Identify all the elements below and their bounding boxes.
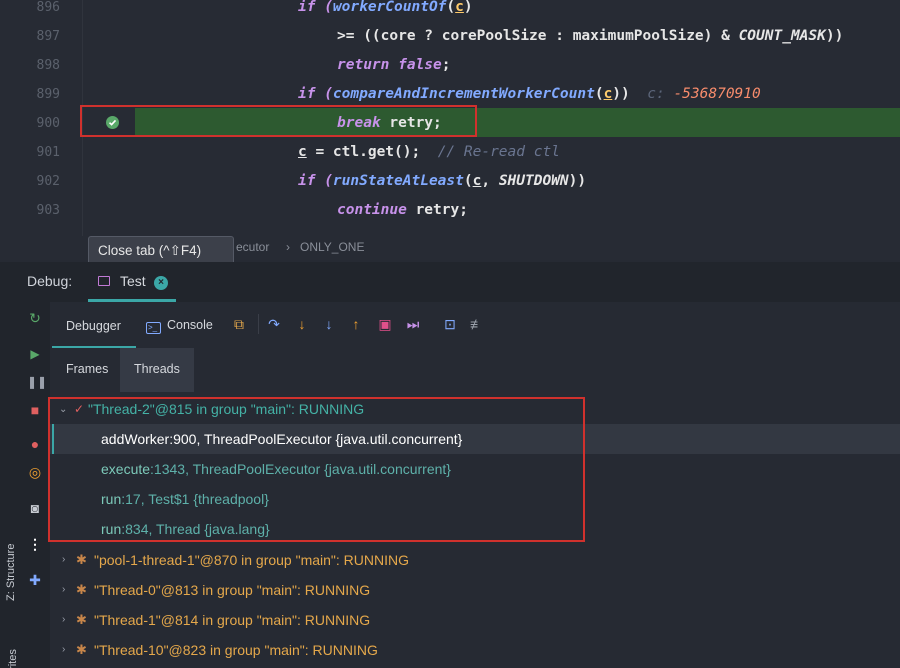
tab-threads-label: Threads: [134, 362, 180, 376]
thread-bug-icon: ✱: [76, 642, 87, 657]
line-number: 903: [36, 203, 60, 218]
chevron-right-icon[interactable]: ›: [62, 575, 65, 605]
line-number: 899: [36, 87, 60, 102]
tab-label: Test: [120, 273, 146, 289]
thread-bug-icon: ✱: [76, 582, 87, 597]
inline-value-hint: c:: [647, 86, 674, 102]
line-number: 897: [36, 29, 60, 44]
trace-settings-icon[interactable]: ≢: [469, 316, 485, 332]
code-line-897: 897 >= ((core ? corePoolSize : maximumPo…: [0, 22, 900, 51]
view-breakpoints-icon[interactable]: ●: [27, 436, 43, 452]
line-number: 896: [36, 0, 60, 15]
evaluate-expression-icon[interactable]: ⊡: [442, 316, 458, 332]
stop-icon[interactable]: ■: [27, 402, 43, 418]
tab-debugger-label: Debugger: [66, 319, 121, 333]
tab-test[interactable]: Test ×: [88, 262, 176, 302]
breadcrumb-separator: ›: [286, 240, 290, 254]
line-number: 898: [36, 58, 60, 73]
camera-icon[interactable]: ◙: [27, 500, 43, 516]
step-out-icon[interactable]: ↑: [348, 316, 364, 332]
tab-console-label: Console: [167, 318, 213, 332]
close-tab-icon[interactable]: ×: [154, 276, 168, 290]
chevron-right-icon[interactable]: ›: [62, 635, 65, 665]
debug-label: Debug:: [27, 273, 73, 289]
code-text: c = ctl.get(); // Re-read ctl: [298, 144, 560, 160]
structure-tool-tab[interactable]: Z: Structure: [5, 531, 17, 601]
rerun-icon[interactable]: ↻: [27, 310, 43, 326]
run-to-cursor-icon[interactable]: ⏭: [405, 316, 421, 332]
line-number: 900: [36, 116, 60, 131]
toolbar-separator: [258, 314, 259, 334]
thread-name: "pool-1-thread-1"@870 in group "main": R…: [94, 552, 409, 568]
tab-threads[interactable]: Threads: [120, 348, 194, 392]
annotation-box-line: [80, 105, 477, 137]
run-config-icon: [98, 276, 110, 286]
code-text: >= ((core ? corePoolSize : maximumPoolSi…: [337, 28, 844, 44]
thread-row[interactable]: › ✱ "pool-1-thread-1"@870 in group "main…: [50, 545, 900, 575]
annotation-box-threads: [48, 397, 585, 542]
pause-icon[interactable]: ❚❚: [27, 374, 47, 390]
code-text: continue retry;: [337, 202, 468, 218]
restore-layout-icon[interactable]: ⧉: [231, 316, 247, 332]
breadcrumb-item[interactable]: ecutor: [236, 240, 269, 254]
line-number: 901: [36, 145, 60, 160]
tab-frames[interactable]: Frames: [66, 362, 108, 376]
mute-breakpoints-icon[interactable]: ◎: [27, 464, 43, 480]
tab-console[interactable]: >_ Console: [146, 318, 213, 334]
step-over-icon[interactable]: ↷: [266, 316, 282, 332]
code-line-896: 896 if (workerCountOf(c): [0, 0, 900, 22]
pin-icon[interactable]: ✚: [27, 572, 43, 588]
thread-row[interactable]: › ✱ "Thread-10"@823 in group "main": RUN…: [50, 635, 900, 665]
thread-name: "Thread-1"@814 in group "main": RUNNING: [94, 612, 371, 628]
code-line-903: 903 continue retry;: [0, 196, 900, 225]
console-icon: >_: [146, 322, 161, 334]
thread-row[interactable]: › ✱ "Thread-1"@814 in group "main": RUNN…: [50, 605, 900, 635]
code-text: return false;: [337, 57, 451, 73]
thread-bug-icon: ✱: [76, 612, 87, 627]
code-line-898: 898 return false;: [0, 51, 900, 80]
inline-value: -536870910: [673, 86, 761, 102]
code-text: if (runStateAtLeast(c, SHUTDOWN)): [298, 173, 587, 189]
force-step-into-icon[interactable]: ↓: [321, 316, 337, 332]
chevron-right-icon[interactable]: ›: [62, 545, 65, 575]
drop-frame-icon[interactable]: ▣: [377, 316, 393, 332]
resume-icon[interactable]: ▶: [27, 346, 43, 362]
more-options-icon[interactable]: ⋮: [27, 536, 43, 552]
thread-name: "Thread-0"@813 in group "main": RUNNING: [94, 582, 371, 598]
code-line-902: 902 if (runStateAtLeast(c, SHUTDOWN)): [0, 167, 900, 196]
code-text: if (workerCountOf(c): [298, 0, 473, 15]
thread-bug-icon: ✱: [76, 552, 87, 567]
breadcrumb-item[interactable]: ONLY_ONE: [300, 240, 364, 254]
favorites-tool-tab[interactable]: orites: [7, 626, 19, 668]
thread-name: "Thread-10"@823 in group "main": RUNNING: [94, 642, 378, 658]
code-editor[interactable]: 896 if (workerCountOf(c) 897 >= ((core ?…: [0, 0, 900, 236]
tab-debugger[interactable]: Debugger: [52, 302, 136, 348]
step-into-icon[interactable]: ↓: [294, 316, 310, 332]
line-number: 902: [36, 174, 60, 189]
code-line-901: 901 c = ctl.get(); // Re-read ctl: [0, 138, 900, 167]
thread-row[interactable]: › ✱ "Thread-0"@813 in group "main": RUNN…: [50, 575, 900, 605]
chevron-right-icon[interactable]: ›: [62, 605, 65, 635]
